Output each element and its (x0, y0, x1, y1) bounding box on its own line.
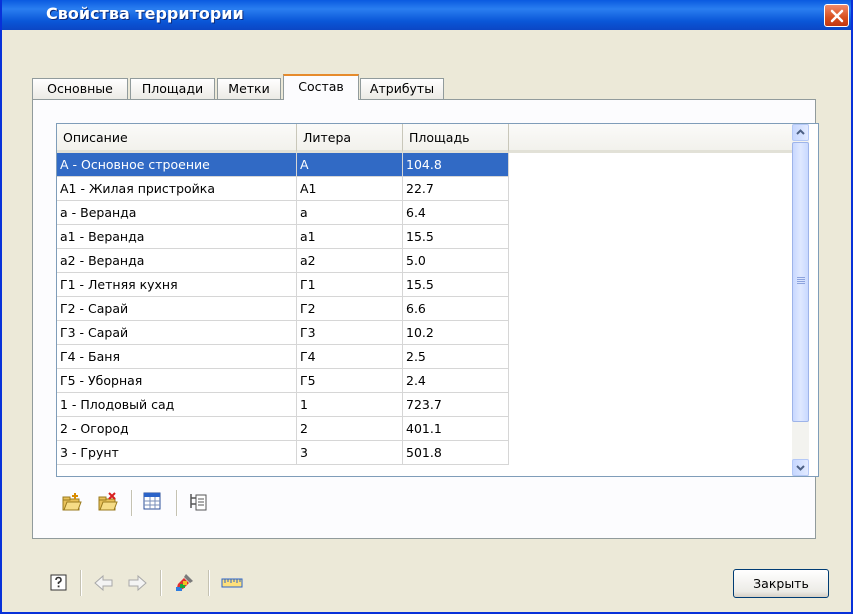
add-folder-icon (62, 493, 82, 511)
table-row[interactable]: а - Веранда а 6.4 (57, 201, 509, 225)
description-cell: А1 - Жилая пристройка (57, 177, 297, 201)
letter-cell: А (297, 153, 403, 177)
description-cell: 3 - Грунт (57, 441, 297, 465)
letter-cell: Г2 (297, 297, 403, 321)
toolbar-separator (208, 570, 210, 596)
letter-cell: 1 (297, 393, 403, 417)
area-cell: 15.5 (403, 225, 509, 249)
measure-button[interactable] (221, 574, 243, 596)
description-cell: Г3 - Сарай (57, 321, 297, 345)
letter-cell: а1 (297, 225, 403, 249)
composition-table[interactable]: Описание Литера Площадь А - Основное стр… (56, 123, 819, 477)
chevron-up-icon (796, 129, 805, 135)
area-cell: 5.0 (403, 249, 509, 273)
forward-button[interactable] (126, 572, 148, 594)
tab-attributes[interactable]: Атрибуты (360, 78, 444, 99)
column-header-filler (509, 124, 792, 153)
description-cell: Г4 - Баня (57, 345, 297, 369)
chevron-down-icon (796, 465, 805, 471)
table-icon (143, 492, 161, 510)
area-cell: 723.7 (403, 393, 509, 417)
area-cell: 2.4 (403, 369, 509, 393)
table-row[interactable]: А1 - Жилая пристройка А1 22.7 (57, 177, 509, 201)
table-row[interactable]: а2 - Веранда а2 5.0 (57, 249, 509, 273)
table-row[interactable]: 3 - Грунт 3 501.8 (57, 441, 509, 465)
description-cell: а1 - Веранда (57, 225, 297, 249)
back-arrow-icon (94, 574, 113, 592)
close-button[interactable]: Закрыть (733, 569, 829, 598)
scroll-up-button[interactable] (792, 124, 809, 141)
tab-composition[interactable]: Состав (283, 74, 359, 100)
area-cell: 401.1 (403, 417, 509, 441)
area-cell: 6.4 (403, 201, 509, 225)
description-cell: а2 - Веранда (57, 249, 297, 273)
area-cell: 22.7 (403, 177, 509, 201)
description-cell: Г1 - Летняя кухня (57, 273, 297, 297)
letter-cell: Г3 (297, 321, 403, 345)
vertical-scrollbar[interactable] (792, 124, 809, 476)
table-header: Описание Литера Площадь (57, 124, 809, 153)
help-button[interactable] (48, 572, 70, 594)
close-icon (830, 9, 844, 23)
forward-arrow-icon (128, 574, 147, 592)
table-row[interactable]: А - Основное строение А 104.8 (57, 153, 509, 177)
table-row[interactable]: Г3 - Сарай Г3 10.2 (57, 321, 509, 345)
area-cell: 501.8 (403, 441, 509, 465)
toolbar-separator (176, 490, 178, 516)
column-header-area[interactable]: Площадь (403, 124, 509, 153)
add-item-button[interactable] (61, 492, 83, 514)
ruler-icon (221, 578, 243, 588)
scroll-thumb[interactable] (792, 142, 809, 422)
table-row[interactable]: Г2 - Сарай Г2 6.6 (57, 297, 509, 321)
help-icon (50, 574, 67, 591)
tree-filter-button[interactable] (188, 492, 210, 514)
letter-cell: А1 (297, 177, 403, 201)
style-button[interactable] (174, 571, 196, 593)
letter-cell: а (297, 201, 403, 225)
table-row[interactable]: Г4 - Баня Г4 2.5 (57, 345, 509, 369)
table-row[interactable]: а1 - Веранда а1 15.5 (57, 225, 509, 249)
table-row[interactable]: Г5 - Уборная Г5 2.4 (57, 369, 509, 393)
table-row[interactable]: 2 - Огород 2 401.1 (57, 417, 509, 441)
description-cell: 1 - Плодовый сад (57, 393, 297, 417)
toolbar-separator (131, 490, 133, 516)
letter-cell: Г5 (297, 369, 403, 393)
tab-labels[interactable]: Метки (217, 78, 281, 99)
letter-cell: Г4 (297, 345, 403, 369)
table-row[interactable]: 1 - Плодовый сад 1 723.7 (57, 393, 509, 417)
area-cell: 6.6 (403, 297, 509, 321)
column-header-letter[interactable]: Литера (297, 124, 403, 153)
window-close-button[interactable] (824, 4, 849, 27)
toolbar-separator (160, 570, 162, 596)
description-cell: Г5 - Уборная (57, 369, 297, 393)
letter-cell: 3 (297, 441, 403, 465)
letter-cell: а2 (297, 249, 403, 273)
tab-main[interactable]: Основные (32, 78, 128, 99)
window-title: Свойства территории (46, 4, 244, 23)
tab-areas[interactable]: Площади (130, 78, 215, 99)
tree-filter-icon (190, 494, 207, 511)
letter-cell: 2 (297, 417, 403, 441)
area-cell: 15.5 (403, 273, 509, 297)
title-bar[interactable]: Свойства территории (2, 0, 851, 30)
area-cell: 104.8 (403, 153, 509, 177)
delete-item-button[interactable] (97, 492, 119, 514)
description-cell: А - Основное строение (57, 153, 297, 177)
description-cell: 2 - Огород (57, 417, 297, 441)
table-view-button[interactable] (142, 491, 164, 513)
scroll-down-button[interactable] (792, 459, 809, 476)
paint-brush-icon (176, 574, 193, 591)
table-row[interactable]: Г1 - Летняя кухня Г1 15.5 (57, 273, 509, 297)
letter-cell: Г1 (297, 273, 403, 297)
back-button[interactable] (93, 572, 115, 594)
column-header-description[interactable]: Описание (57, 124, 297, 153)
area-cell: 10.2 (403, 321, 509, 345)
description-cell: а - Веранда (57, 201, 297, 225)
description-cell: Г2 - Сарай (57, 297, 297, 321)
area-cell: 2.5 (403, 345, 509, 369)
delete-folder-icon (98, 492, 118, 511)
toolbar-separator (80, 570, 82, 596)
